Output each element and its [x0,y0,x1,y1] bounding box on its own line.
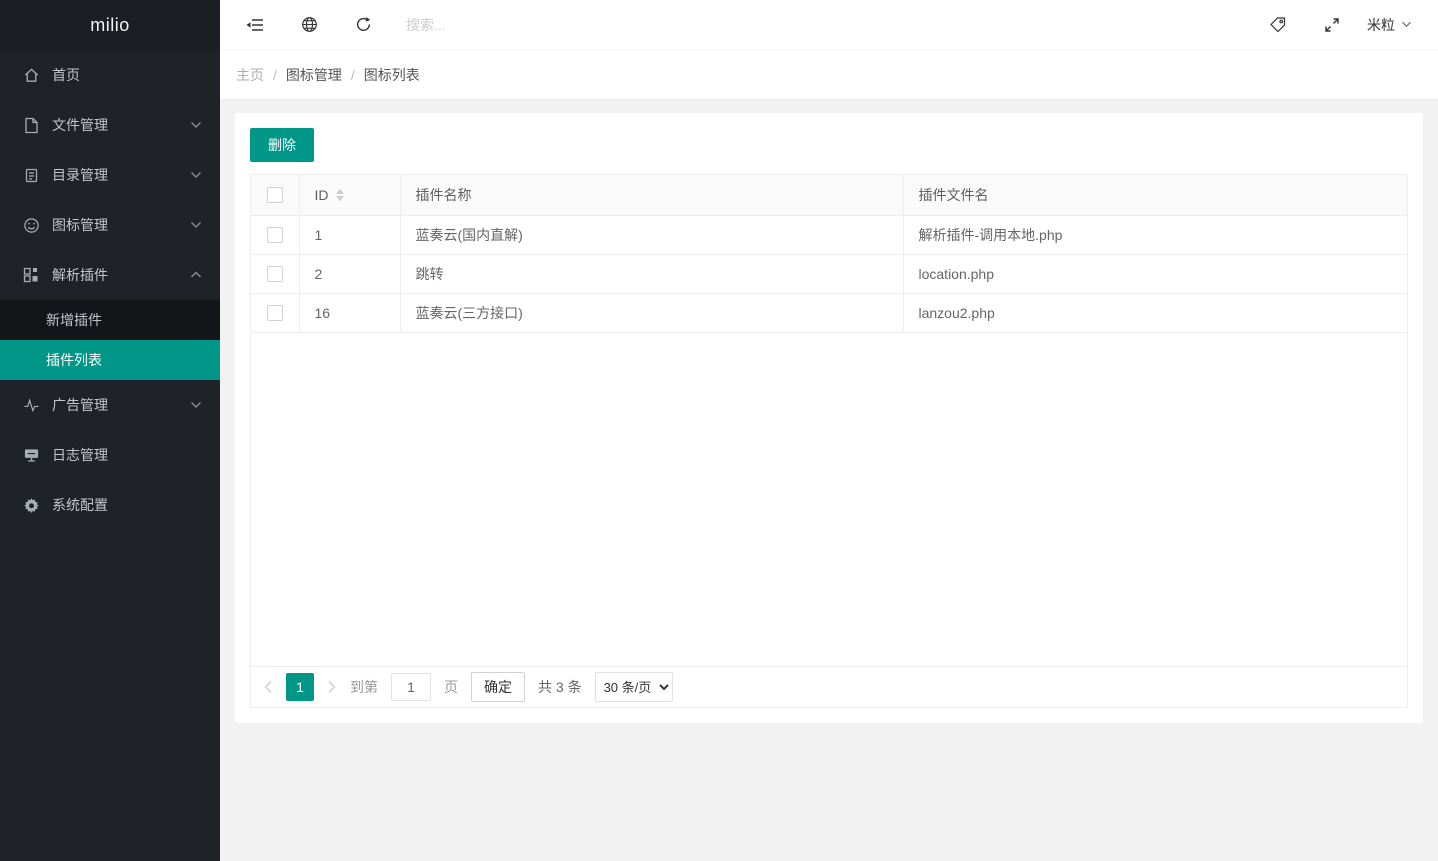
cell-id: 2 [299,254,400,293]
sidebar-item-label: 日志管理 [52,445,202,465]
page-number-button[interactable]: 1 [286,673,314,701]
total-count-label: 共 3 条 [538,677,582,697]
user-name: 米粒 [1367,15,1395,35]
content-area: 删除 ID [220,100,1438,861]
sidebar-item-label: 目录管理 [52,165,190,185]
sidebar-item-files[interactable]: 文件管理 [0,100,220,150]
sidebar-item-icons[interactable]: 图标管理 [0,200,220,250]
pulse-icon [22,396,40,414]
blocks-icon [22,266,40,284]
breadcrumb-icon-list: 图标列表 [364,65,420,85]
sidebar: milio 首页 文件管理 目录管 [0,0,220,861]
chevron-up-icon [190,271,202,279]
sidebar-item-label: 解析插件 [52,265,190,285]
breadcrumb-home[interactable]: 主页 [236,65,264,85]
monitor-icon [22,446,40,464]
plugin-table: ID 插件名称 插件文件名 1 [250,174,1408,708]
search-input[interactable] [406,17,626,33]
row-checkbox[interactable] [267,305,283,321]
plugins-submenu: 新增插件 插件列表 [0,300,220,380]
refresh-icon[interactable] [336,0,390,50]
collapse-sidebar-button[interactable] [228,0,282,50]
page-size-select[interactable]: 30 条/页 [595,672,673,702]
home-icon [22,66,40,84]
next-page-button[interactable] [327,680,337,694]
app-logo: milio [0,0,220,50]
user-menu[interactable]: 米粒 [1359,0,1430,50]
chevron-down-icon [190,221,202,229]
sort-icon[interactable] [336,189,344,201]
cell-plugin-file: lanzou2.php [903,293,1407,332]
column-header-file: 插件文件名 [903,175,1407,215]
cell-plugin-name: 跳转 [400,254,903,293]
chevron-down-icon [1401,21,1412,28]
plugin-list-card: 删除 ID [235,113,1423,723]
topbar-right: 米粒 [1251,0,1430,50]
sidebar-item-directory[interactable]: 目录管理 [0,150,220,200]
sidebar-item-label: 文件管理 [52,115,190,135]
sidebar-subitem-plugin-list[interactable]: 插件列表 [0,340,220,380]
cell-id: 1 [299,215,400,254]
smiley-icon [22,216,40,234]
chevron-down-icon [190,401,202,409]
top-header: 米粒 [220,0,1438,50]
main-area: 米粒 主页 / 图标管理 / 图标列表 删除 [220,0,1438,861]
cell-plugin-name: 蓝奏云(三方接口) [400,293,903,332]
sidebar-item-logs[interactable]: 日志管理 [0,430,220,480]
sidebar-nav: 首页 文件管理 目录管理 [0,50,220,530]
table-header-row: ID 插件名称 插件文件名 [251,175,1407,215]
table-row: 2 跳转 location.php [251,254,1407,293]
row-checkbox[interactable] [267,266,283,282]
column-header-id: ID [315,187,329,203]
gear-icon [22,496,40,514]
tag-icon[interactable] [1251,0,1305,50]
confirm-button[interactable]: 确定 [471,672,525,702]
delete-button[interactable]: 删除 [250,128,314,162]
app-root: milio 首页 文件管理 目录管 [0,0,1438,861]
file-icon [22,116,40,134]
chevron-down-icon [190,171,202,179]
sidebar-item-home[interactable]: 首页 [0,50,220,100]
breadcrumb: 主页 / 图标管理 / 图标列表 [220,50,1438,100]
page-unit-label: 页 [444,677,458,697]
sidebar-item-ads[interactable]: 广告管理 [0,380,220,430]
table-empty-space [251,333,1407,667]
chevron-down-icon [190,121,202,129]
table-row: 1 蓝奏云(国内直解) 解析插件-调用本地.php [251,215,1407,254]
select-all-checkbox[interactable] [267,187,283,203]
prev-page-button[interactable] [263,680,273,694]
fullscreen-icon[interactable] [1305,0,1359,50]
sidebar-item-label: 图标管理 [52,215,190,235]
document-icon [22,166,40,184]
cell-plugin-file: location.php [903,254,1407,293]
sidebar-item-label: 系统配置 [52,495,202,515]
row-checkbox[interactable] [267,227,283,243]
cell-id: 16 [299,293,400,332]
breadcrumb-separator: / [351,67,355,83]
column-header-name: 插件名称 [400,175,903,215]
pagination-bar: 1 到第 页 确定 共 3 条 30 条/页 [251,666,1407,707]
cell-plugin-file: 解析插件-调用本地.php [903,215,1407,254]
sidebar-item-settings[interactable]: 系统配置 [0,480,220,530]
cell-plugin-name: 蓝奏云(国内直解) [400,215,903,254]
globe-icon[interactable] [282,0,336,50]
page-input[interactable] [391,673,431,701]
sidebar-item-label: 首页 [52,65,202,85]
sidebar-item-plugins[interactable]: 解析插件 [0,250,220,300]
table-row: 16 蓝奏云(三方接口) lanzou2.php [251,293,1407,332]
breadcrumb-separator: / [273,67,277,83]
sidebar-subitem-add-plugin[interactable]: 新增插件 [0,300,220,340]
goto-page-label: 到第 [350,677,378,697]
breadcrumb-icon-manage[interactable]: 图标管理 [286,65,342,85]
sidebar-item-label: 广告管理 [52,395,190,415]
